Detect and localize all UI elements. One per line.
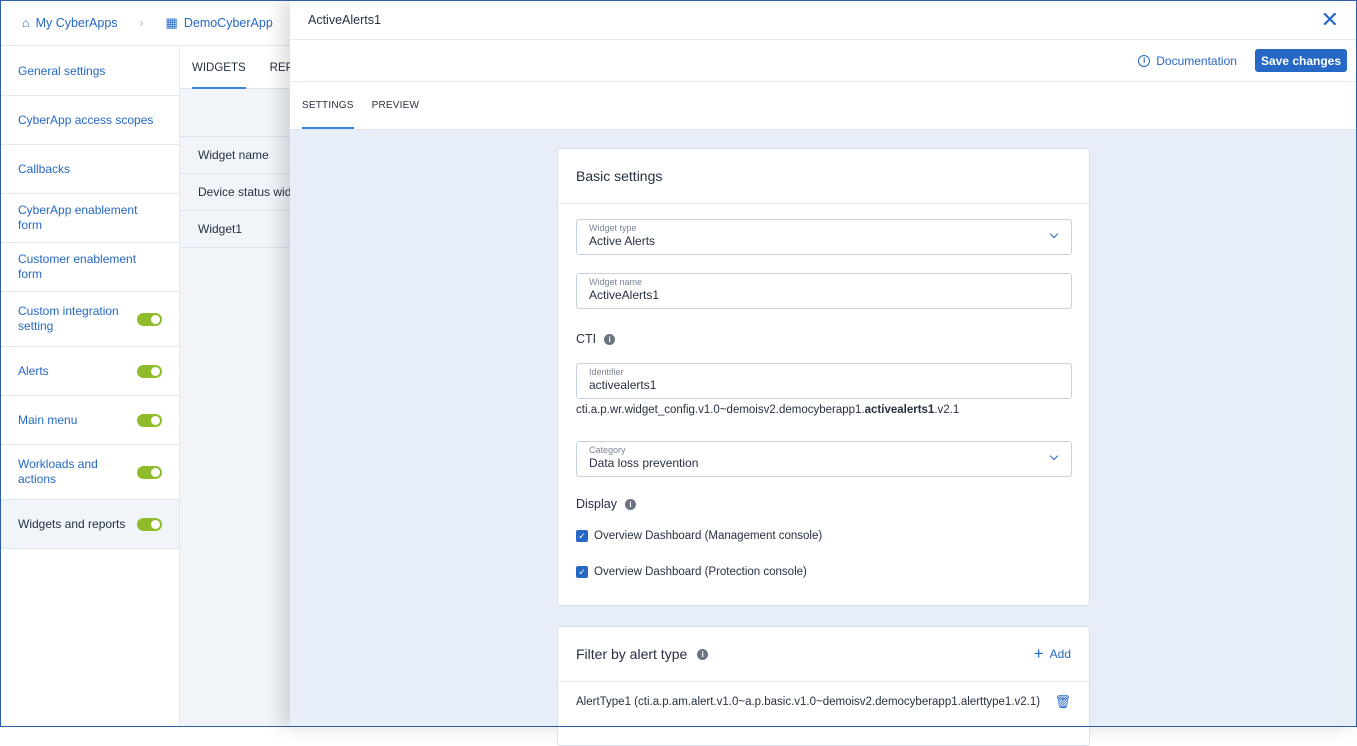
widget-type-select[interactable]: Widget type Active Alerts	[576, 219, 1072, 255]
sidebar-item-workloads[interactable]: Workloads and actions	[1, 445, 179, 500]
sidebar-item-label: CyberApp enablement form	[18, 203, 138, 232]
settings-content: Basic settings Widget type Active Alerts …	[290, 130, 1357, 746]
toggle[interactable]	[137, 312, 162, 326]
card-title: Basic settings	[576, 168, 663, 184]
display-heading: Display i	[576, 497, 636, 511]
field-label: Widget type	[589, 223, 637, 233]
tab-widgets[interactable]: WIDGETS	[192, 47, 246, 89]
sidebar-item-label: CyberApp access scopes	[18, 112, 154, 127]
info-icon[interactable]: i	[625, 498, 636, 510]
info-icon[interactable]: i	[697, 648, 709, 660]
checkbox-checked-icon[interactable]: ✓	[576, 566, 588, 578]
category-select[interactable]: Category Data loss prevention	[576, 441, 1072, 477]
chevron-right-icon: ›	[139, 15, 144, 30]
plus-icon: +	[1033, 644, 1044, 663]
sidebar-item-label: Main menu	[18, 412, 78, 427]
alert-type-label: AlertType1 (cti.a.p.am.alert.v1.0~a.p.ba…	[576, 696, 1041, 708]
breadcrumb-my-cyberapps[interactable]: ⌂ My CyberApps	[22, 16, 118, 30]
sidebar-item-label: Custom integration setting	[18, 304, 119, 333]
sidebar-item-label: Workloads and actions	[18, 457, 98, 486]
toggle[interactable]	[137, 413, 162, 427]
field-value: Data loss prevention	[589, 456, 699, 470]
sidebar-item-customer-enablement-form[interactable]: Customer enablement form	[1, 243, 179, 292]
toggle[interactable]	[137, 517, 162, 531]
add-button[interactable]: + Add	[1034, 644, 1071, 664]
table-row[interactable]: Widget1	[180, 211, 300, 248]
cti-heading: CTI i	[576, 332, 616, 346]
basic-settings-card: Basic settings Widget type Active Alerts …	[557, 148, 1090, 606]
close-icon[interactable]: ✕	[1321, 8, 1339, 31]
sidebar-item-custom-integration[interactable]: Custom integration setting	[1, 292, 179, 347]
breadcrumb-label: My CyberApps	[35, 15, 118, 30]
breadcrumb-label: DemoCyberApp	[183, 15, 273, 30]
sidebar-item-label: Callbacks	[18, 161, 71, 176]
save-changes-button[interactable]: Save changes	[1254, 49, 1347, 72]
cti-label: CTI	[576, 332, 597, 346]
sidebar: General settings CyberApp access scopes …	[1, 47, 180, 727]
sidebar-item-cyberapp-enablement-form[interactable]: CyberApp enablement form	[1, 194, 179, 243]
card-title: Filter by alert type	[576, 646, 688, 662]
sidebar-item-label: General settings	[18, 63, 106, 78]
sidebar-item-access-scopes[interactable]: CyberApp access scopes	[1, 96, 179, 145]
checkbox-checked-icon[interactable]: ✓	[576, 530, 588, 542]
widget-settings-panel: ActiveAlerts1 ✕ i Documentation Save chang…	[290, 0, 1357, 746]
list-item: AlertType1 (cti.a.p.am.alert.v1.0~a.p.ba…	[558, 682, 1089, 722]
field-label: Category	[589, 445, 626, 455]
tab-settings[interactable]: SETTINGS	[302, 82, 354, 129]
toggle[interactable]	[137, 465, 162, 479]
identifier-input[interactable]: Identifier activealerts1	[576, 363, 1072, 399]
column-header: Widget name	[180, 137, 300, 174]
info-icon[interactable]: i	[604, 333, 616, 345]
sidebar-item-main-menu[interactable]: Main menu	[1, 396, 179, 445]
toolbar-area	[180, 89, 300, 137]
field-label: Widget name	[589, 277, 643, 287]
display-label: Display	[576, 497, 617, 511]
sidebar-item-callbacks[interactable]: Callbacks	[1, 145, 179, 194]
breadcrumb-democyberapp[interactable]: ▦ DemoCyberApp	[166, 15, 273, 31]
sidebar-item-label: Alerts	[18, 363, 49, 378]
checkbox-management-console[interactable]: ✓ Overview Dashboard (Management console)	[576, 530, 822, 542]
grid-icon: ▦	[165, 14, 178, 30]
table-row[interactable]: Device status widget	[180, 174, 300, 211]
sidebar-item-alerts[interactable]: Alerts	[1, 347, 179, 396]
checkbox-label: Overview Dashboard (Protection console)	[594, 566, 807, 578]
sidebar-item-label: Widgets and reports	[18, 516, 126, 531]
info-icon: i	[1138, 54, 1151, 67]
panel-title: ActiveAlerts1	[308, 12, 381, 27]
widgets-list: WIDGETSREPORTS Widget name Device status…	[180, 47, 325, 727]
widget-name-input[interactable]: Widget name ActiveAlerts1	[576, 273, 1072, 309]
checkbox-protection-console[interactable]: ✓ Overview Dashboard (Protection console)	[576, 566, 807, 578]
documentation-link[interactable]: i Documentation	[1138, 54, 1237, 68]
trash-icon[interactable]: 🗑	[1054, 694, 1071, 710]
field-value: activealerts1	[589, 378, 657, 392]
checkbox-label: Overview Dashboard (Management console)	[594, 530, 823, 542]
add-label: Add	[1049, 647, 1071, 661]
field-value: Active Alerts	[589, 234, 656, 248]
tab-preview[interactable]: PREVIEW	[372, 82, 420, 129]
field-label: Identifier	[589, 367, 624, 377]
cti-full-identifier: cti.a.p.wr.widget_config.v1.0~demoisv2.d…	[576, 404, 959, 416]
cti-suffix: .v2.1	[934, 404, 960, 416]
field-value: ActiveAlerts1	[589, 288, 660, 302]
cti-prefix: cti.a.p.wr.widget_config.v1.0~demoisv2.d…	[576, 404, 865, 416]
filter-alert-type-card: Filter by alert type i + Add AlertType1 (ct…	[557, 626, 1090, 746]
sidebar-item-widgets-reports[interactable]: Widgets and reports	[1, 500, 179, 549]
sidebar-item-general-settings[interactable]: General settings	[1, 47, 179, 96]
sidebar-item-label: Customer enablement form	[18, 252, 137, 281]
documentation-label: Documentation	[1156, 53, 1237, 68]
home-icon: ⌂	[22, 15, 30, 30]
cti-bold: activealerts1	[864, 404, 935, 416]
toggle[interactable]	[137, 364, 162, 378]
